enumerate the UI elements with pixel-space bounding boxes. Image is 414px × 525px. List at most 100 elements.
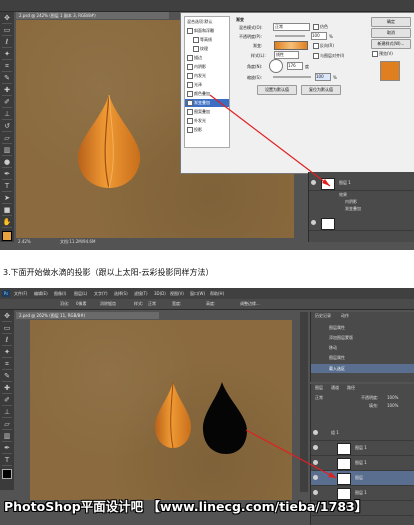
tab-actions[interactable]: 动作 [341,314,349,318]
sidebar-item-inner-shadow[interactable]: 内阴影 [187,64,206,70]
angle-dial[interactable] [269,59,283,73]
history-item[interactable]: 添加图层蒙版 [329,336,353,340]
sidebar-item-drop-shadow[interactable]: 投影 [187,127,202,133]
visibility-eye-icon[interactable] [311,220,316,225]
eraser-tool-icon[interactable]: ▱ [2,134,12,144]
marquee-tool-icon[interactable]: ▭ [2,324,12,334]
brush-tool-icon[interactable]: ✐ [2,98,12,108]
menu-help[interactable]: 帮助(H) [210,292,224,296]
eraser-tool-icon[interactable]: ▱ [2,420,12,430]
foreground-color-swatch[interactable] [2,469,12,479]
tab-layers[interactable]: 图层 [315,386,323,390]
top-layer-row[interactable]: 图层 1 [309,176,414,191]
visibility-eye-icon[interactable] [313,430,318,435]
stamp-tool-icon[interactable]: ⊥ [2,408,12,418]
pen-tool-icon[interactable]: ✒ [2,170,12,180]
effect-gradient-overlay[interactable]: 渐变叠加 [345,207,361,211]
menu-3d[interactable]: 3D(D) [154,292,166,296]
feather-value[interactable]: 0像素 [76,302,87,306]
style-select[interactable]: 线性 [274,51,299,59]
heal-tool-icon[interactable]: ✚ [2,86,12,96]
bottom-doc-tab[interactable]: 2.psd @ 262% (图层 11, RGB/8#) [16,312,159,319]
sidebar-item-bevel[interactable]: 斜面和浮雕 [187,28,214,34]
sidebar-item-texture[interactable]: 纹理 [193,46,208,52]
visibility-eye-icon[interactable] [313,475,318,480]
move-tool-icon[interactable]: ✥ [2,312,12,322]
brush-tool-icon[interactable]: ✐ [2,396,12,406]
eyedropper-tool-icon[interactable]: ✎ [2,74,12,84]
gradient-tool-icon[interactable]: ▥ [2,432,12,442]
blend-mode-select[interactable]: 正常 [273,23,310,31]
history-item-selected[interactable] [311,364,414,373]
scale-field[interactable]: 100 [315,73,331,81]
shape-tool-icon[interactable]: ■ [2,206,12,216]
lasso-tool-icon[interactable]: ℓ [2,38,12,48]
dodge-tool-icon[interactable]: ● [2,158,12,168]
layer-blend-mode[interactable]: 正常 [315,396,323,400]
layer-row-group[interactable]: 组 1 [311,426,414,441]
sidebar-item-gradient-overlay[interactable]: 渐变叠加 [185,99,229,107]
tab-history[interactable]: 历史记录 [315,314,331,318]
visibility-eye-icon[interactable] [313,490,318,495]
preview-checkbox[interactable]: 预览(V) [372,51,393,57]
refine-edge-button[interactable]: 调整边缘... [240,302,260,306]
opacity-slider[interactable] [275,35,305,37]
effect-inner-shadow[interactable]: 内阴影 [345,200,357,204]
layer-row[interactable]: 图层 1 [311,456,414,471]
reverse-checkbox[interactable]: 反向(R) [313,43,334,49]
menu-edit[interactable]: 编辑(E) [34,292,48,296]
pen-tool-icon[interactable]: ✒ [2,444,12,454]
scale-slider[interactable] [273,76,311,78]
crop-tool-icon[interactable]: ⌗ [2,62,12,72]
lasso-tool-icon[interactable]: ℓ [2,336,12,346]
sidebar-item-stroke[interactable]: 描边 [187,55,202,61]
path-select-icon[interactable]: ➤ [2,194,12,204]
angle-field[interactable]: 176 [287,62,303,70]
stamp-tool-icon[interactable]: ⊥ [2,110,12,120]
visibility-eye-icon[interactable] [313,460,318,465]
hand-tool-icon[interactable]: ✋ [2,218,12,228]
menu-window[interactable]: 窗口(W) [190,292,205,296]
history-item[interactable]: 图层属性 [329,326,345,330]
menu-type[interactable]: 文字(Y) [94,292,108,296]
menu-file[interactable]: 文件(F) [14,292,27,296]
top-doc-tab[interactable]: 2.psd @ 242% (图层 1 副本 3, RGB/8#) [16,12,169,19]
gradient-tool-icon[interactable]: ▥ [2,146,12,156]
menu-select[interactable]: 选择(S) [114,292,128,296]
menu-image[interactable]: 图像(I) [54,292,66,296]
reset-default-button[interactable]: 复位为默认值 [301,85,341,95]
sidebar-item-pattern-overlay[interactable]: 图案叠加 [187,109,210,115]
ok-button[interactable]: 确定 [371,17,411,27]
anti-alias-checkbox[interactable]: 消除锯齿 [100,302,116,306]
sidebar-item-inner-glow[interactable]: 内发光 [187,73,206,79]
sidebar-item-outer-glow[interactable]: 外发光 [187,118,206,124]
tab-channels[interactable]: 通道 [331,386,339,390]
foreground-color-swatch[interactable] [2,231,12,241]
menu-filter[interactable]: 滤镜(T) [134,292,148,296]
wand-tool-icon[interactable]: ✦ [2,348,12,358]
bottom-canvas[interactable] [30,320,292,500]
marquee-tool-icon[interactable]: ▭ [2,26,12,36]
eyedropper-tool-icon[interactable]: ✎ [2,372,12,382]
history-item[interactable]: 图层属性 [329,356,345,360]
wand-tool-icon[interactable]: ✦ [2,50,12,60]
gradient-swatch[interactable] [274,41,308,50]
style-select[interactable]: 正常 [148,302,156,306]
visibility-eye-icon[interactable] [313,445,318,450]
align-checkbox[interactable]: 与图层对齐(I) [313,53,344,59]
cancel-button[interactable]: 取消 [371,28,411,38]
tab-paths[interactable]: 路径 [347,386,355,390]
sidebar-item-blend[interactable]: 混合选项:默认 [187,19,212,25]
visibility-eye-icon[interactable] [311,180,316,185]
new-style-button[interactable]: 新建样式(W)... [371,39,411,49]
crop-tool-icon[interactable]: ⌗ [2,360,12,370]
top-layer-row-2[interactable] [309,216,414,231]
menu-view[interactable]: 视图(V) [170,292,184,296]
sidebar-item-satin[interactable]: 光泽 [187,82,202,88]
move-tool-icon[interactable]: ✥ [2,14,12,24]
heal-tool-icon[interactable]: ✚ [2,384,12,394]
layer-row-selected[interactable]: 图层 [311,471,414,486]
set-default-button[interactable]: 设置为默认值 [257,85,297,95]
sidebar-item-contour[interactable]: 等高线 [193,37,212,43]
sidebar-item-color-overlay[interactable]: 颜色叠加 [187,91,210,97]
